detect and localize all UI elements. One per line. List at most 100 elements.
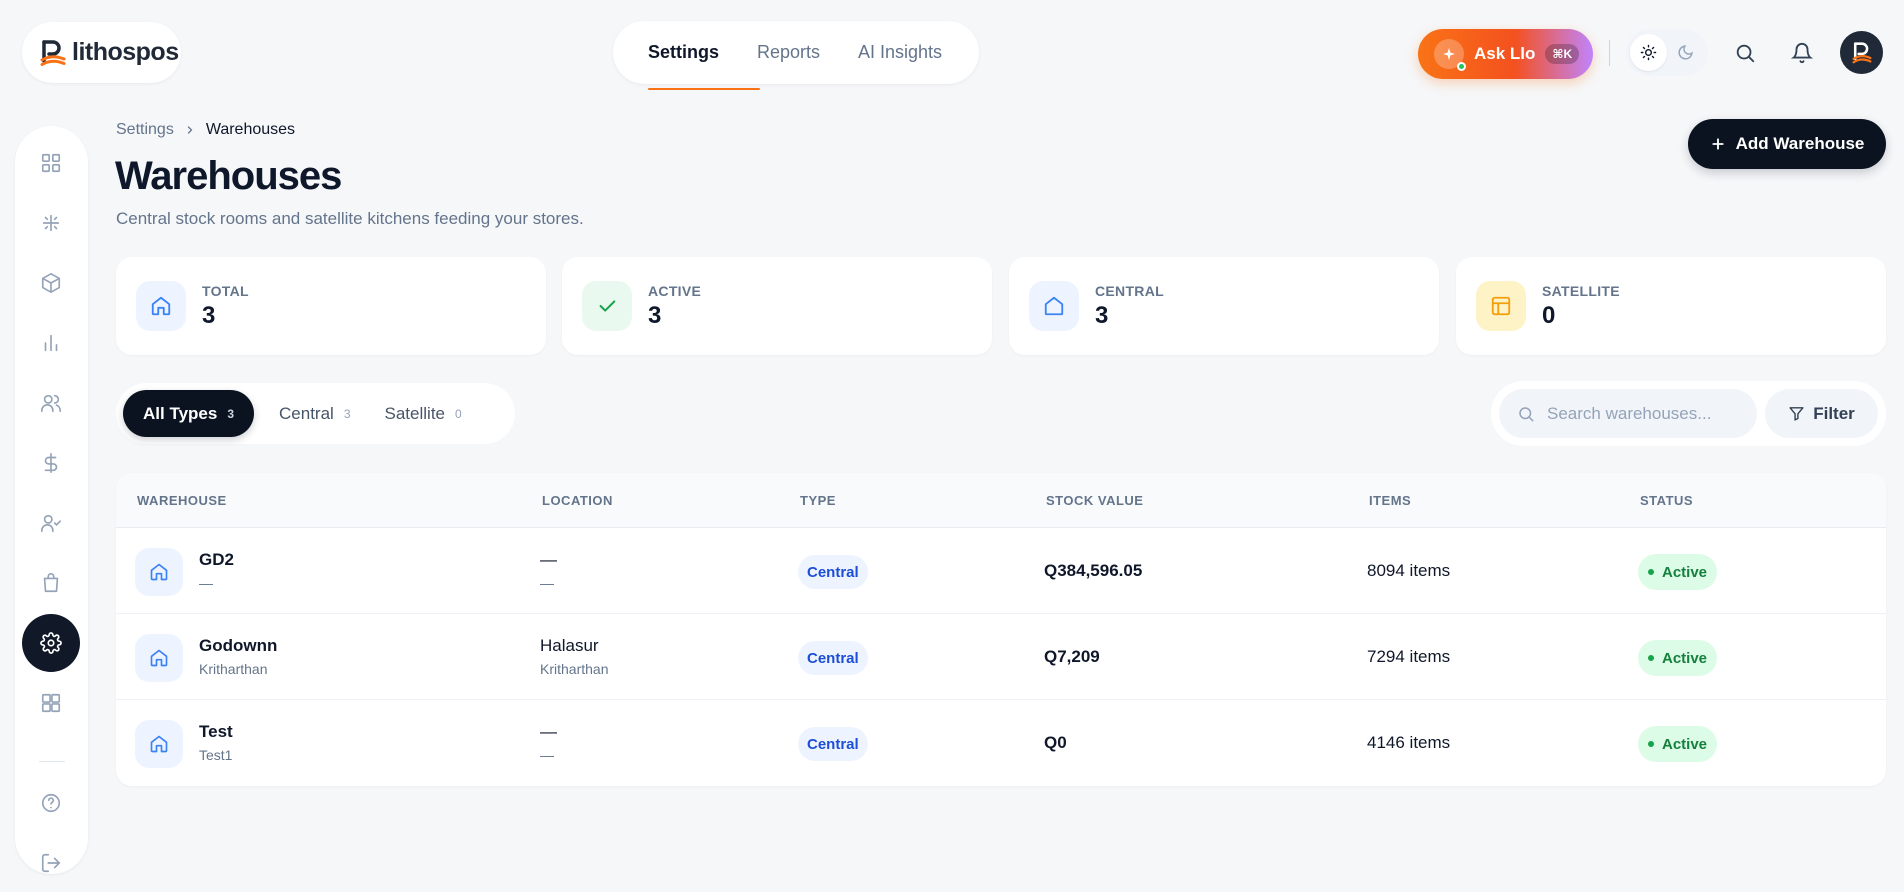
layout-icon — [1476, 281, 1526, 331]
gear-icon[interactable] — [22, 614, 80, 672]
tab-central[interactable]: Central 3 — [254, 390, 368, 437]
dashboard-grid-icon[interactable] — [22, 134, 80, 192]
stat-card-central: CENTRAL 3 — [1009, 257, 1439, 355]
users-icon[interactable] — [22, 374, 80, 432]
type-filter-tabs: All Types 3 Central 3 Satellite 0 — [116, 383, 515, 444]
user-avatar[interactable] — [1840, 31, 1883, 74]
help-circle-icon[interactable] — [22, 774, 80, 832]
warehouse-icon — [135, 720, 183, 768]
brand-logo[interactable]: lithospos — [22, 22, 181, 83]
online-dot — [1457, 62, 1466, 71]
logo-mark-icon — [40, 39, 66, 67]
warehouse-sub: Test1 — [199, 747, 233, 763]
stat-value: 0 — [1542, 301, 1556, 329]
breadcrumb: Settings Warehouses — [116, 121, 295, 139]
bell-icon[interactable] — [1786, 37, 1818, 69]
stock-value: Q0 — [1044, 733, 1067, 752]
table-row[interactable]: Test Test1 — — Central Q0 4146 items Act… — [116, 700, 1886, 786]
column-header[interactable]: STOCK VALUE — [1046, 493, 1143, 508]
status-label: Active — [1662, 735, 1708, 753]
box-icon[interactable] — [22, 254, 80, 312]
warehouse-icon — [135, 548, 183, 596]
check-icon — [582, 281, 632, 331]
tab-all-types[interactable]: All Types 3 — [123, 390, 255, 437]
status-badge: Active — [1638, 554, 1718, 590]
bar-chart-icon[interactable] — [22, 314, 80, 372]
stat-label: ACTIVE — [648, 282, 702, 299]
search-input[interactable] — [1547, 403, 1747, 424]
search-icon — [1517, 405, 1535, 423]
location-sub: Kritharthan — [540, 661, 609, 677]
location-name: — — [540, 722, 557, 741]
type-badge: Central — [798, 641, 868, 675]
sidebar-divider — [39, 761, 65, 762]
stat-card-active: ACTIVE 3 — [562, 257, 992, 355]
search-icon[interactable] — [1729, 37, 1761, 69]
search-box[interactable] — [1499, 389, 1757, 438]
tab-reports[interactable]: Reports — [757, 21, 861, 84]
warehouse-name: GD2 — [199, 550, 234, 569]
breadcrumb-settings[interactable]: Settings — [116, 121, 174, 139]
table-row[interactable]: Godownn Kritharthan Halasur Kritharthan … — [116, 614, 1886, 700]
user-check-icon[interactable] — [22, 494, 80, 552]
tab-label: Satellite — [384, 403, 445, 423]
stat-label: TOTAL — [202, 282, 249, 299]
filter-icon — [1788, 405, 1805, 422]
stat-card-satellite: SATELLITE 0 — [1456, 257, 1886, 355]
location-sub: — — [540, 575, 554, 591]
stat-label: SATELLITE — [1542, 282, 1620, 299]
items-count: 4146 items — [1367, 733, 1451, 752]
location-name: Halasur — [540, 636, 599, 655]
sparkle-grid-icon[interactable] — [22, 194, 80, 252]
tab-satellite[interactable]: Satellite 0 — [368, 390, 479, 437]
warehouse-name: Godownn — [199, 636, 278, 655]
divider — [1609, 40, 1610, 66]
tab-count: 3 — [343, 406, 351, 421]
add-warehouse-button[interactable]: Add Warehouse — [1688, 119, 1886, 169]
status-dot — [1648, 655, 1654, 661]
column-header[interactable]: LOCATION — [542, 493, 613, 508]
theme-toggle[interactable] — [1626, 29, 1708, 76]
shopping-bag-icon[interactable] — [22, 554, 80, 612]
column-header[interactable]: ITEMS — [1369, 493, 1411, 508]
tab-count: 0 — [455, 406, 462, 421]
status-badge: Active — [1638, 640, 1718, 676]
plus-icon — [1710, 136, 1726, 152]
home-icon — [136, 281, 186, 331]
column-header[interactable]: WAREHOUSE — [137, 493, 227, 508]
status-label: Active — [1662, 563, 1708, 581]
stock-value: Q384,596.05 — [1044, 561, 1143, 580]
apps-grid-icon[interactable] — [22, 674, 80, 732]
column-header[interactable]: STATUS — [1640, 493, 1693, 508]
filter-button[interactable]: Filter — [1765, 389, 1878, 438]
warehouse-sub: Kritharthan — [199, 661, 268, 677]
tab-ai-insights[interactable]: AI Insights — [858, 21, 958, 84]
items-count: 8094 items — [1367, 561, 1451, 580]
table-header: WAREHOUSE LOCATION TYPE STOCK VALUE ITEM… — [116, 473, 1886, 528]
moon-icon[interactable] — [1667, 34, 1704, 71]
column-header[interactable]: TYPE — [800, 493, 836, 508]
tab-label: Central — [279, 403, 334, 423]
dollar-icon[interactable] — [22, 434, 80, 492]
status-dot — [1648, 569, 1654, 575]
ask-llo-button[interactable]: Ask Llo ⌘K — [1418, 29, 1593, 79]
top-navigation: Settings Reports AI Insights — [613, 21, 979, 90]
stat-label: CENTRAL — [1095, 282, 1164, 299]
breadcrumb-current: Warehouses — [205, 121, 296, 138]
page-title: Warehouses — [115, 154, 342, 198]
house-icon — [1029, 281, 1079, 331]
location-name: — — [540, 550, 557, 569]
tab-settings[interactable]: Settings — [648, 21, 760, 90]
status-label: Active — [1662, 649, 1708, 667]
sidebar — [15, 126, 88, 874]
table-row[interactable]: GD2 — — — Central Q384,596.05 8094 items… — [116, 528, 1886, 614]
stat-card-total: TOTAL 3 — [116, 257, 546, 355]
items-count: 7294 items — [1367, 647, 1451, 666]
sun-icon[interactable] — [1630, 34, 1667, 71]
tab-label: All Types — [143, 403, 218, 423]
warehouse-sub: — — [199, 575, 213, 591]
warehouse-name: Test — [199, 722, 233, 741]
assistant-avatar-icon — [1434, 39, 1466, 71]
logout-icon[interactable] — [22, 834, 80, 892]
shortcut-badge: ⌘K — [1545, 44, 1580, 64]
